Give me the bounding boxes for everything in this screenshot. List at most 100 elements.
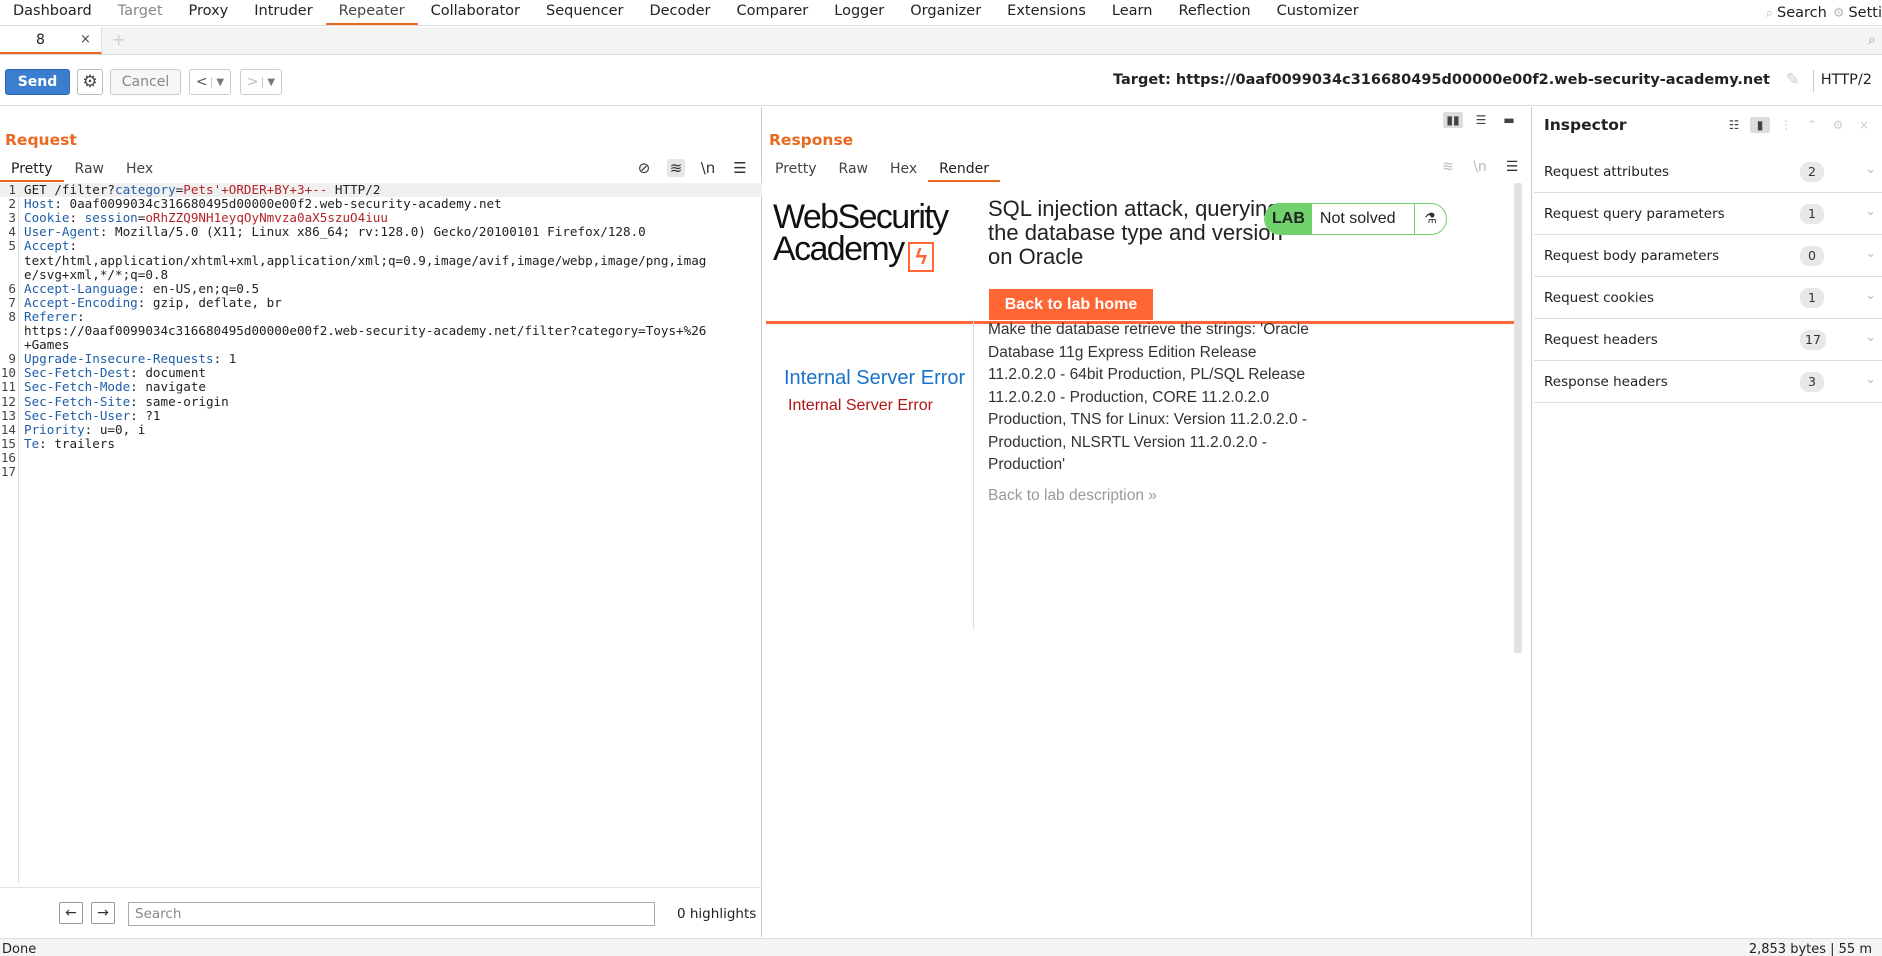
panel-view-icon[interactable]: ▮ xyxy=(1750,117,1770,133)
chevron-down-icon[interactable]: ⌄ xyxy=(1865,372,1876,387)
tab-pretty[interactable]: Pretty xyxy=(0,157,64,182)
content-divider xyxy=(973,319,974,629)
inspector-title: Inspector xyxy=(1544,116,1627,134)
chevron-down-icon[interactable]: ⌄ xyxy=(1865,204,1876,219)
history-forward-button[interactable]: > ▼ xyxy=(240,69,282,95)
menu-reflection[interactable]: Reflection xyxy=(1165,0,1263,25)
single-pane-icon[interactable]: ▬ xyxy=(1499,112,1519,128)
inspector-row[interactable]: Request headers 17 ⌄ xyxy=(1534,319,1882,361)
code-line[interactable]: 8 Referer: xyxy=(0,309,762,324)
text-segment: : same-origin xyxy=(130,394,229,409)
close-icon[interactable]: × xyxy=(1854,117,1874,133)
menu-proxy[interactable]: Proxy xyxy=(176,0,242,25)
text-segment: : ?1 xyxy=(130,408,161,423)
menu-intruder[interactable]: Intruder xyxy=(241,0,325,25)
menu-learn[interactable]: Learn xyxy=(1099,0,1166,25)
menu-decoder[interactable]: Decoder xyxy=(636,0,723,25)
protocol-label[interactable]: HTTP/2 xyxy=(1821,72,1872,88)
code-line[interactable]: 14 Priority: u=0, i xyxy=(0,422,762,437)
target-label[interactable]: Target: https://0aaf0099034c316680495d00… xyxy=(1113,72,1770,88)
code-line[interactable]: 4 User-Agent: Mozilla/5.0 (X11; Linux x86… xyxy=(0,225,762,239)
chevron-down-icon[interactable]: ▼ xyxy=(211,76,224,88)
back-to-lab-home-button[interactable]: Back to lab home xyxy=(989,289,1153,320)
add-tab-icon[interactable]: + xyxy=(112,30,125,49)
menu-extensions[interactable]: Extensions xyxy=(994,0,1099,25)
menu-logger[interactable]: Logger xyxy=(821,0,897,25)
list-view-icon[interactable]: ☷ xyxy=(1724,117,1744,133)
render-scrollbar[interactable] xyxy=(1514,183,1522,653)
settings-button[interactable]: ⚙ Setti xyxy=(1833,5,1882,21)
menu-collaborator[interactable]: Collaborator xyxy=(418,0,533,25)
back-to-lab-description-link[interactable]: Back to lab description » xyxy=(988,487,1157,505)
code-line[interactable]: 9 Upgrade-Insecure-Requests: 1 xyxy=(0,352,762,366)
send-settings-button[interactable]: ⚙ xyxy=(77,69,103,95)
more-icon[interactable]: ⋮ xyxy=(1776,117,1796,133)
search-next-button[interactable]: → xyxy=(91,902,115,924)
menu-customizer[interactable]: Customizer xyxy=(1264,0,1372,25)
menu-comparer[interactable]: Comparer xyxy=(724,0,822,25)
menu-icon[interactable]: ☰ xyxy=(1503,159,1521,175)
code-line[interactable]: 17 xyxy=(0,464,762,479)
chevron-down-icon[interactable]: ▼ xyxy=(262,76,275,88)
text-segment: : document xyxy=(130,366,206,381)
send-button[interactable]: Send xyxy=(5,69,70,95)
wrap-lines-icon[interactable]: ≋ xyxy=(667,159,685,177)
global-search-button[interactable]: ⌕ Search xyxy=(1766,5,1827,21)
lab-title: SQL injection attack, querying the datab… xyxy=(988,196,1283,269)
code-line[interactable]: +Games xyxy=(0,338,762,352)
tab-render[interactable]: Render xyxy=(928,157,1001,182)
code-line[interactable]: text/html,application/xhtml+xml,applicat… xyxy=(0,254,762,268)
tab-hex[interactable]: Hex xyxy=(115,157,164,182)
menu-target[interactable]: Target xyxy=(105,0,176,25)
code-line[interactable]: 16 xyxy=(0,450,762,465)
chevron-down-icon[interactable]: ⌄ xyxy=(1865,162,1876,177)
stacked-icon[interactable]: ☰ xyxy=(1471,112,1491,128)
close-icon[interactable]: × xyxy=(80,32,91,47)
tab-pretty[interactable]: Pretty xyxy=(764,157,828,182)
inspector-row[interactable]: Request query parameters 1 ⌄ xyxy=(1534,193,1882,235)
code-line[interactable]: 5 Accept: xyxy=(0,239,762,253)
collapse-icon[interactable]: ⌃ xyxy=(1802,117,1822,133)
settings-icon[interactable]: ⚙ xyxy=(1828,117,1848,133)
code-line[interactable]: 7 Accept-Encoding: gzip, deflate, br xyxy=(0,295,762,310)
code-line[interactable]: 10 Sec-Fetch-Dest: document xyxy=(0,366,762,380)
menu-repeater[interactable]: Repeater xyxy=(325,0,418,25)
code-line[interactable]: 6 Accept-Language: en-US,en;q=0.5 xyxy=(0,281,762,296)
edit-target-icon[interactable]: ✎ xyxy=(1786,70,1800,90)
chevron-down-icon[interactable]: ⌄ xyxy=(1865,246,1876,261)
code-line[interactable]: 12 Sec-Fetch-Site: same-origin xyxy=(0,394,762,409)
code-line[interactable]: 11 Sec-Fetch-Mode: navigate xyxy=(0,380,762,394)
code-line[interactable]: 15 Te: trailers xyxy=(0,436,762,451)
inspector-row[interactable]: Request attributes 2 ⌄ xyxy=(1534,151,1882,193)
cancel-button[interactable]: Cancel xyxy=(110,69,181,95)
request-editor[interactable]: 1 GET /filter?category=Pets'+ORDER+BY+3+-… xyxy=(0,182,762,883)
code-line[interactable]: https://0aaf0099034c316680495d00000e00f2… xyxy=(0,324,762,338)
request-search-input[interactable] xyxy=(128,902,655,926)
history-back-button[interactable]: < ▼ xyxy=(189,69,231,95)
tab-raw[interactable]: Raw xyxy=(64,157,115,182)
menu-sequencer[interactable]: Sequencer xyxy=(533,0,636,25)
menu-dashboard[interactable]: Dashboard xyxy=(0,0,105,25)
menu-icon[interactable]: ☰ xyxy=(731,159,749,177)
code-line[interactable]: e/svg+xml,*/*;q=0.8 xyxy=(0,268,762,282)
menu-organizer[interactable]: Organizer xyxy=(897,0,994,25)
inspector-row[interactable]: Request cookies 1 ⌄ xyxy=(1534,277,1882,319)
side-by-side-icon[interactable]: ▮▮ xyxy=(1443,112,1463,128)
inspector-row[interactable]: Response headers 3 ⌄ xyxy=(1534,361,1882,403)
inspector-row[interactable]: Request body parameters 0 ⌄ xyxy=(1534,235,1882,277)
code-line[interactable]: 13 Sec-Fetch-User: ?1 xyxy=(0,408,762,423)
search-prev-button[interactable]: ← xyxy=(59,902,83,924)
hide-nonprintable-icon[interactable]: ⊘ xyxy=(635,159,653,177)
inspector-panel: Inspector ☷ ▮ ⋮ ⌃ ⚙ × Request attributes… xyxy=(1534,107,1882,937)
double-chevron-right-icon: » xyxy=(1148,487,1157,504)
chevron-down-icon[interactable]: ⌄ xyxy=(1865,288,1876,303)
tab-hex[interactable]: Hex xyxy=(879,157,928,182)
chevron-down-icon[interactable]: ⌄ xyxy=(1865,330,1876,345)
code-line[interactable]: 3 Cookie: session=oRhZZQ9NH1eyqOyNmvza0aX… xyxy=(0,211,762,225)
code-line[interactable]: 1 GET /filter?category=Pets'+ORDER+BY+3+-… xyxy=(0,182,762,198)
tab-raw[interactable]: Raw xyxy=(828,157,879,182)
newline-icon[interactable]: \n xyxy=(699,159,717,177)
tab-search-icon[interactable]: ⌕ xyxy=(1868,32,1876,48)
code-line[interactable]: 2 Host: 0aaf0099034c316680495d00000e00f2.… xyxy=(0,196,762,211)
repeater-tab-8[interactable]: 8 × xyxy=(0,27,102,54)
